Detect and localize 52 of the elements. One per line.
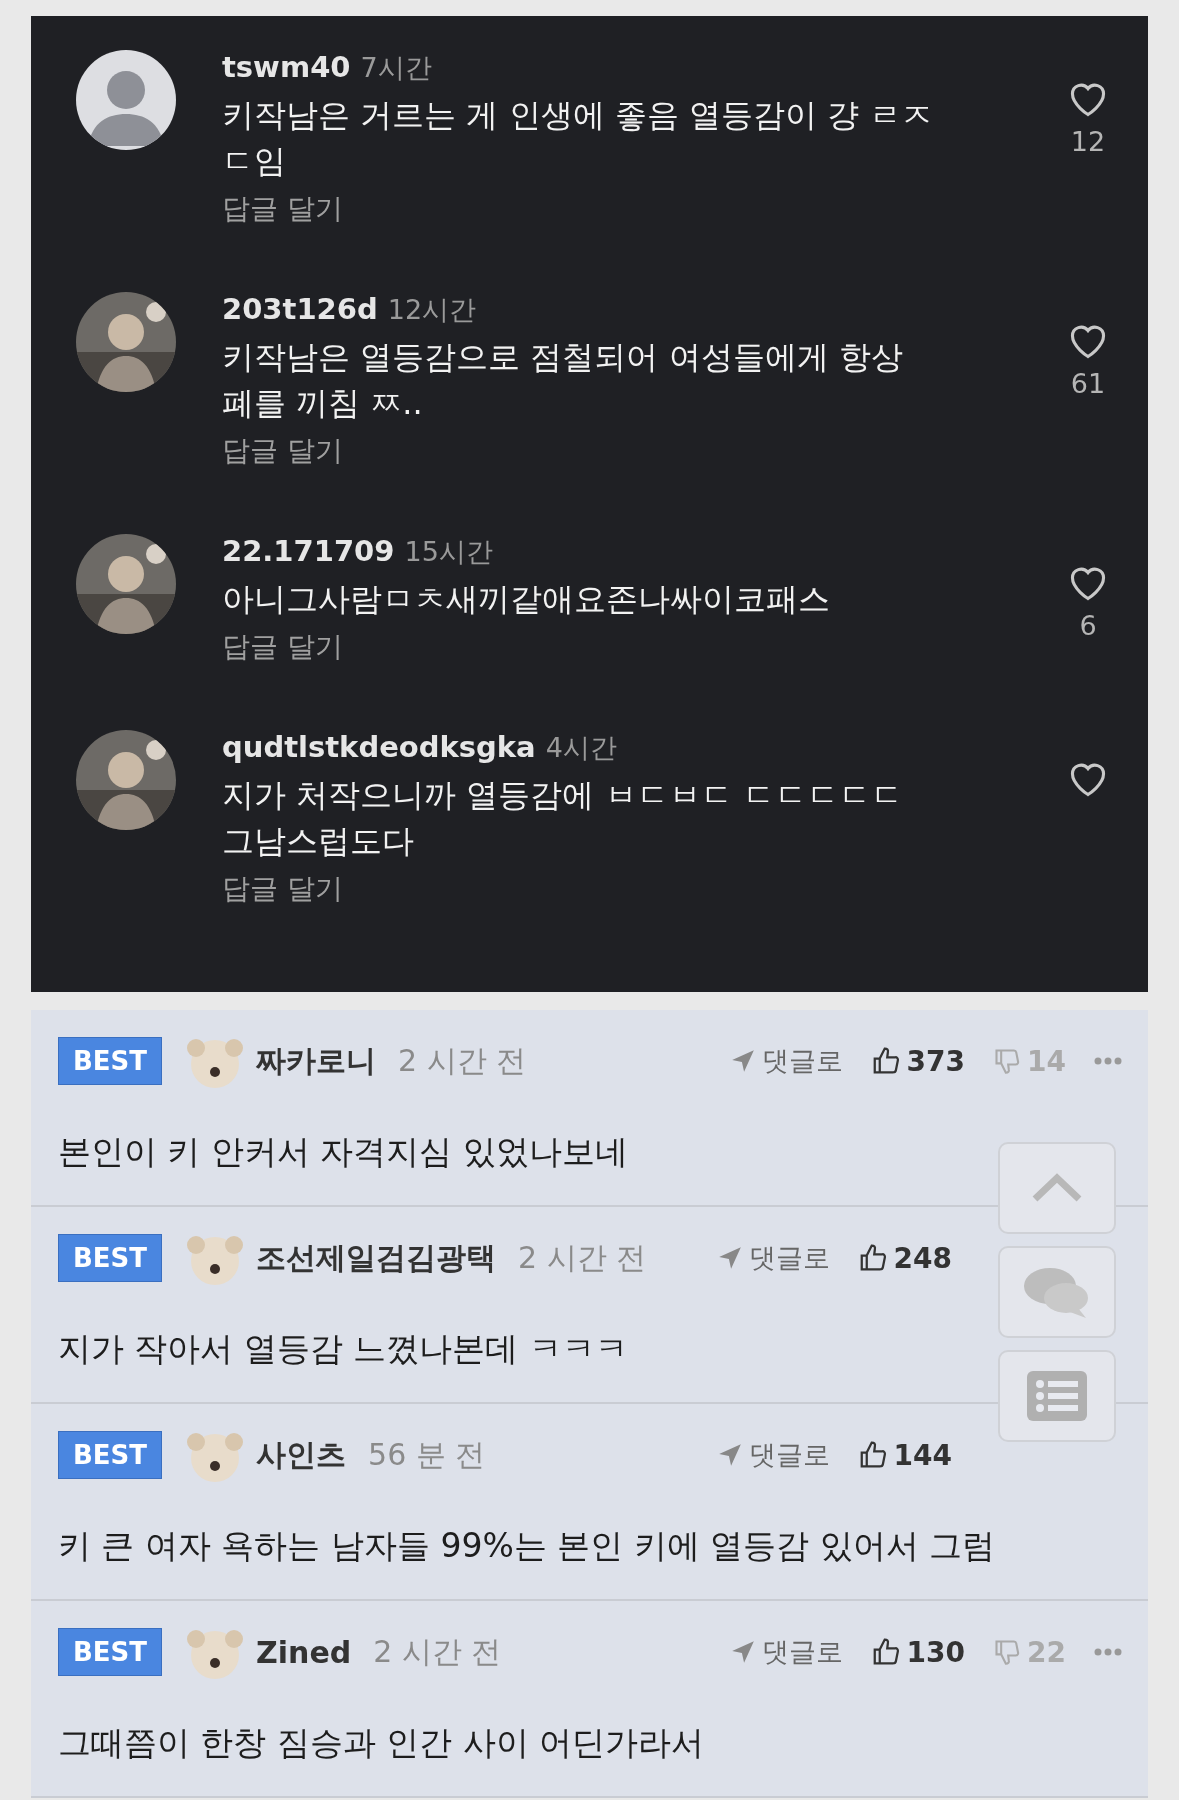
more-icon[interactable] — [1094, 1648, 1122, 1656]
comment-text: 키작남은 거르는 게 인생에 좋음 열등감이 걍 ㄹㅈㄷ임 — [222, 95, 935, 182]
comments-button[interactable] — [998, 1246, 1116, 1338]
comment-text: 아니그사람ㅁㅊ새끼같애요존나싸이코패스 — [222, 579, 831, 620]
scroll-top-button[interactable] — [998, 1142, 1116, 1234]
comment-text: 지가 작아서 열등감 느꼈나본데 ㅋㅋㅋ — [58, 1328, 628, 1370]
comment-text: 본인이 키 안커서 자격지심 있었나보네 — [58, 1131, 628, 1173]
username[interactable]: qudtlstkdeodksgka — [222, 730, 536, 764]
like-count: 61 — [1070, 368, 1106, 399]
reply-button[interactable]: 답글 달기 — [222, 190, 343, 228]
comment-time: 15시간 — [404, 535, 493, 569]
like-button[interactable]: 144 — [857, 1438, 952, 1472]
list-icon — [1027, 1371, 1087, 1421]
username[interactable]: 22.171709 — [222, 534, 395, 568]
like-button[interactable]: 373 — [870, 1044, 966, 1078]
best-badge: BEST — [58, 1628, 163, 1676]
like-button[interactable]: 130 — [870, 1635, 966, 1669]
reply-link[interactable]: 댓글로 — [729, 1043, 843, 1079]
comment-text: 지가 처작으니까 열등감에 ㅂㄷㅂㄷ ㄷㄷㄷㄷㄷ 그남스럽도다 — [222, 775, 904, 862]
comment-time: 2 시간 전 — [398, 1041, 528, 1080]
username[interactable]: Zined — [256, 1634, 352, 1670]
like-button[interactable]: 248 — [857, 1241, 952, 1275]
thumbs-down-icon — [993, 1047, 1022, 1075]
reply-button[interactable]: 답글 달기 — [222, 432, 343, 470]
username[interactable]: 조선제일검김광택 — [256, 1237, 497, 1279]
comment-time: 2 시간 전 — [373, 1632, 503, 1671]
thumbs-down-icon — [993, 1638, 1022, 1666]
reply-button[interactable]: 답글 달기 — [222, 628, 343, 666]
list-button[interactable] — [998, 1350, 1116, 1442]
reply-link[interactable]: 댓글로 — [716, 1437, 830, 1473]
chevron-up-icon — [1031, 1173, 1083, 1203]
best-badge: BEST — [58, 1234, 163, 1282]
username[interactable]: 사인츠 — [256, 1434, 347, 1476]
reply-link[interactable]: 댓글로 — [729, 1634, 843, 1670]
comment-time: 7시간 — [360, 51, 432, 85]
like-count: 12 — [1070, 126, 1106, 157]
username[interactable]: tswm40 — [222, 50, 351, 84]
comment-time: 2 시간 전 — [518, 1238, 648, 1277]
comment-text: 키작남은 열등감으로 점철되어 여성들에게 항상 폐를 끼침 ㅉ.. — [222, 337, 904, 424]
reply-link[interactable]: 댓글로 — [716, 1240, 830, 1276]
more-icon[interactable] — [1094, 1057, 1122, 1065]
best-badge: BEST — [58, 1431, 163, 1479]
comment-time: 12시간 — [387, 293, 477, 327]
best-badge: BEST — [58, 1037, 163, 1085]
comment-text: 그때쯤이 한창 짐승과 인간 사이 어딘가라서 — [58, 1722, 705, 1764]
username[interactable]: 짜카로니 — [256, 1040, 377, 1082]
username[interactable]: 203t126d — [222, 292, 378, 326]
comment-text: 키 큰 여자 욕하는 남자들 99%는 본인 키에 열등감 있어서 그럼 — [58, 1525, 996, 1567]
comment-time: 4시간 — [545, 731, 617, 765]
reply-button[interactable]: 답글 달기 — [222, 870, 343, 908]
like-count: 6 — [1079, 610, 1097, 641]
comment-time: 56 분 전 — [368, 1435, 487, 1474]
